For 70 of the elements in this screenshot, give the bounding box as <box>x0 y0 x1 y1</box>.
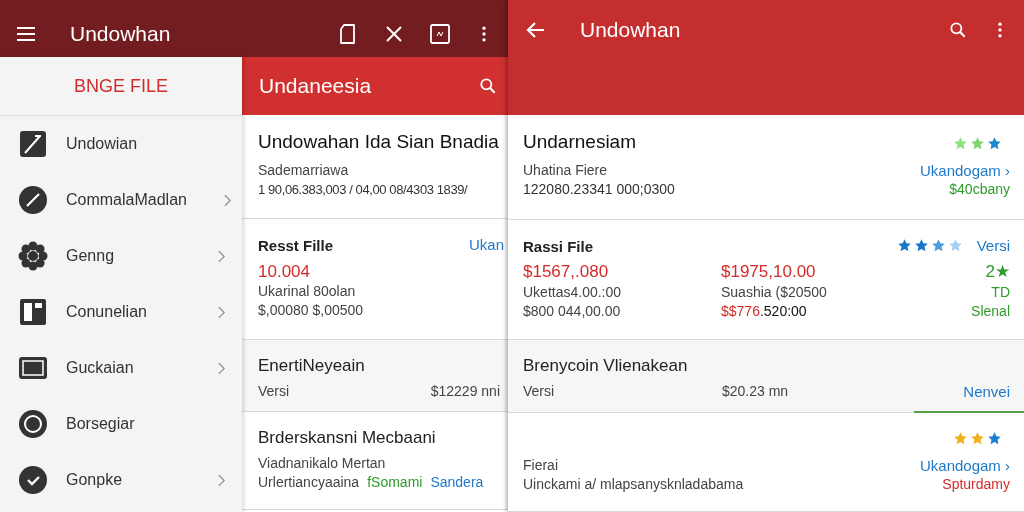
card-detail: $,00080 $,00500 <box>258 301 365 320</box>
chevron-icon <box>217 360 226 376</box>
version-label: Versi <box>258 382 290 401</box>
card-detail: $$776 <box>721 302 760 321</box>
card-link[interactable]: Ukandogam › <box>919 162 1010 179</box>
image-icon[interactable] <box>428 21 452 46</box>
drawer-title: BNGE FILE <box>74 75 168 97</box>
status-text: Spturdamy <box>942 475 1010 494</box>
card-subtitle: Uhatina Fiere <box>523 161 608 180</box>
card-detail: Suashia ($20500 <box>721 283 827 302</box>
drawer-item[interactable]: Guckaian <box>0 340 242 396</box>
ring-icon <box>18 409 48 439</box>
chevron-icon <box>217 248 226 264</box>
check-icon <box>18 465 48 495</box>
card-detail: Ukettas4.00.:00 <box>523 283 622 302</box>
card-subtitle: Viadnanikalo Mertan <box>258 454 387 473</box>
tag-text: Sandera <box>430 473 484 492</box>
card-detail: .520:00 <box>759 302 807 321</box>
card-title: EnertiNeyeain <box>258 356 366 376</box>
list-card[interactable]: Undarnesiam Uhatina Fiere Ukandogam › 122080.23341 000;0300 $40cbany <box>508 115 1024 220</box>
tag-text: fSomami <box>367 473 423 492</box>
card-title: Brenycoin Vlienakean <box>523 356 689 376</box>
list-card[interactable]: Fierai Ukandogam › Uinckami a/ mlapsanysknladabama Spturdamy <box>508 413 1024 512</box>
drawer-item[interactable]: Borsegiar <box>0 396 242 452</box>
card-title: Rassi File <box>523 238 594 255</box>
card-subtitle: Fierai <box>523 456 558 475</box>
card-detail: $800 044,00.00 <box>523 302 621 321</box>
card-link[interactable]: Nenvei <box>963 383 1010 400</box>
card-title: Undarnesiam <box>523 131 636 153</box>
card-link[interactable]: Versi <box>976 237 1010 254</box>
card-detail: Uinckami a/ mlapsanysknladabama <box>523 475 744 494</box>
card-detail: 122080.23341 000;0300 <box>523 180 675 199</box>
price-text: $1567,.080 <box>523 261 609 283</box>
drawer-item[interactable]: CommalaMadlan <box>0 172 242 228</box>
status-text: $40cbany <box>949 180 1010 199</box>
price-text: $1975,10.00 <box>721 261 816 283</box>
search-icon[interactable] <box>948 20 968 40</box>
section-title: Undaneesia <box>259 74 372 98</box>
drawer-item[interactable]: Genng <box>0 228 242 284</box>
app-title: Undowhan <box>580 18 681 42</box>
layout-icon <box>18 297 48 327</box>
search-icon[interactable] <box>478 76 498 96</box>
chevron-icon <box>222 192 232 208</box>
card-link[interactable]: Ukan <box>468 236 504 253</box>
version-label: Versi <box>523 382 556 401</box>
drawer-item[interactable]: Gonpke <box>0 452 242 508</box>
card-title: Brderskansni Mecbaani <box>258 428 437 448</box>
card-subtitle: Sademarriawa <box>258 161 350 180</box>
app-title: Undowhan <box>70 21 171 46</box>
card-detail: TD <box>991 283 1010 302</box>
chevron-icon <box>217 304 226 320</box>
list-card[interactable]: EnertiNeyeain Versi $12229 nni <box>242 340 508 412</box>
card-title: Undowahan Ida Sian Bnadia <box>258 131 500 153</box>
card-link[interactable]: Ukandogam › <box>919 457 1010 474</box>
price-text: 2★ <box>985 261 1010 283</box>
version-value: $20.23 mn <box>722 382 789 401</box>
drawer-item[interactable]: Undowian <box>0 116 242 172</box>
card-detail: Slenal <box>971 302 1010 321</box>
chevron-icon <box>217 472 226 488</box>
card-detail: 1 90,06.383,003 / 04,00 08/4303 1839/ <box>258 181 469 199</box>
card-title: Resst Fille <box>258 237 334 254</box>
price-text: 10.004 <box>258 262 311 282</box>
flower-icon <box>18 241 48 271</box>
version-value: $12229 nni <box>430 382 500 401</box>
pencil-icon <box>18 129 48 159</box>
card-detail: Urlertiancyaaina <box>258 473 360 492</box>
slash-circle-icon <box>18 185 48 215</box>
drawer-item[interactable]: Conunelian <box>0 284 242 340</box>
card-detail: Ukarinal 80olan <box>258 282 357 301</box>
list-card[interactable]: Brenycoin Vlienakean Versi $20.23 mn Nenvei <box>508 340 1024 413</box>
